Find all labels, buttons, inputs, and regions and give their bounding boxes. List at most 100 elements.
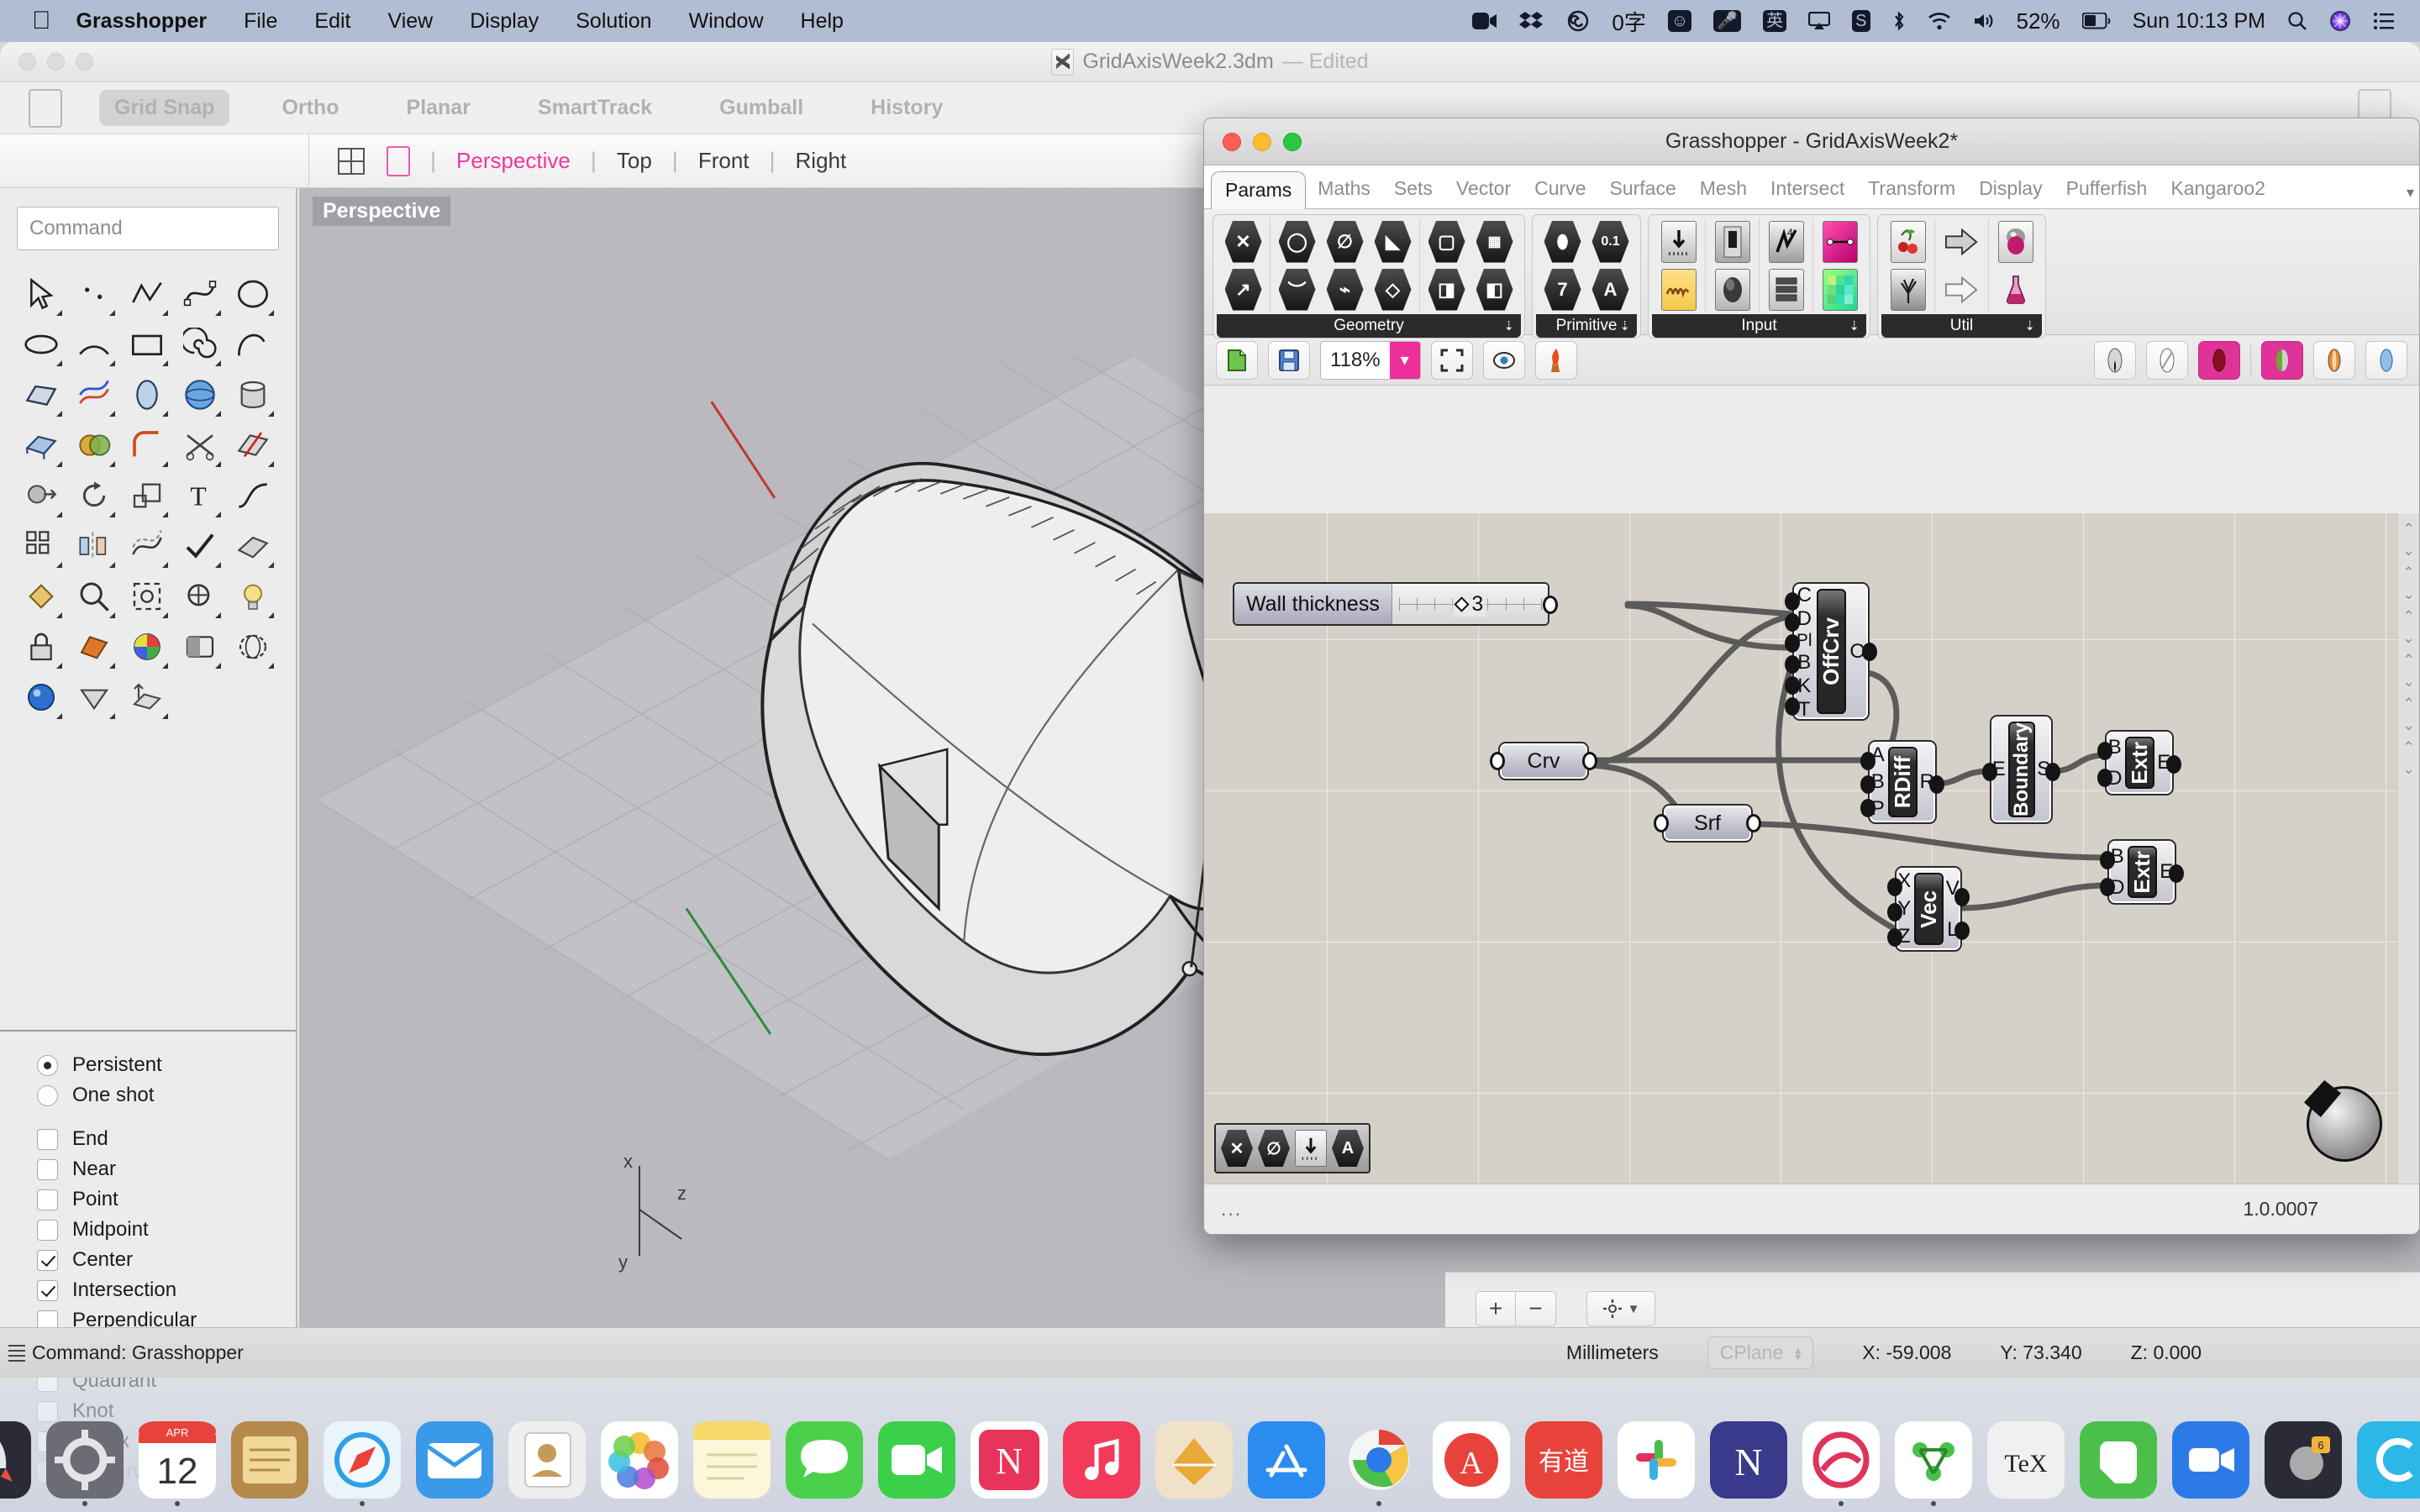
menu-item-solution[interactable]: Solution [576, 9, 651, 34]
data-dam-icon[interactable] [1992, 218, 2039, 265]
tab-overflow-chevron-icon[interactable]: ▾ [2407, 184, 2414, 202]
open-file-icon[interactable] [1216, 340, 1258, 380]
four-view-layout-icon[interactable] [338, 147, 365, 175]
dock-tex-icon[interactable]: TeX [1987, 1421, 2065, 1499]
chevron-up-icon[interactable]: ⌃ [2402, 649, 2414, 671]
dock-youdao-icon[interactable]: 有道 [1525, 1421, 1602, 1499]
grid-snap-toggle[interactable]: Grid Snap [99, 90, 230, 126]
canvas-vertical-scrollbar[interactable]: ⌃ ⌄ ⌃ ⌄ ⌃ ⌄ ⌃ ⌄ ⌃ ⌄ ⌃ ⌄ [2397, 513, 2419, 1184]
offcrv-input-t[interactable]: T [1798, 698, 1811, 722]
curve-icon[interactable]: ∅ [1322, 218, 1368, 265]
dock-zoom-icon[interactable] [2172, 1421, 2249, 1499]
gumball-toggle[interactable]: Gumball [704, 90, 818, 126]
brep-icon[interactable]: ◨ [1423, 266, 1470, 312]
history-toggle[interactable]: History [855, 90, 958, 126]
osnap-item-intersection[interactable]: Intersection [37, 1275, 296, 1305]
group-expand-icon[interactable]: ⇣ [1849, 318, 1860, 333]
crv-output-pin[interactable] [1582, 752, 1597, 770]
pin-in-pl[interactable] [1785, 634, 1800, 653]
slider-output-pin[interactable] [1542, 596, 1558, 614]
ellipse-icon[interactable] [17, 319, 66, 370]
select-arrow-icon[interactable] [17, 269, 66, 319]
light-bulb-icon[interactable] [229, 571, 277, 622]
pin-in-b[interactable] [1785, 655, 1800, 674]
bluetooth-icon[interactable] [1892, 11, 1906, 31]
wifi-icon[interactable] [1928, 12, 1951, 30]
render-sphere-icon[interactable] [17, 672, 66, 722]
mic-input-icon[interactable]: 🎤 [1713, 10, 1742, 32]
node-extr-bottom[interactable]: B D Extr E [2100, 839, 2184, 905]
text-icon[interactable]: A [1587, 266, 1634, 312]
checkbox-center[interactable] [37, 1249, 58, 1271]
srf-param[interactable]: Srf [1662, 804, 1753, 843]
menu-item-window[interactable]: Window [689, 9, 764, 34]
chevron-up-icon[interactable]: ⌃ [2402, 693, 2414, 715]
tab-front[interactable]: Front [698, 148, 750, 174]
dock-music-icon[interactable] [1063, 1421, 1140, 1499]
zoom-camera-icon[interactable] [1472, 11, 1497, 31]
tab-sets[interactable]: Sets [1382, 177, 1444, 208]
vec-component[interactable]: X Y Z Vec V L [1887, 866, 1970, 952]
chevron-down-icon[interactable]: ⌄ [2402, 540, 2414, 562]
pin-in-y[interactable] [1887, 903, 1902, 921]
canvas-navigator-icon[interactable] [2307, 1086, 2382, 1162]
tab-surface[interactable]: Surface [1598, 177, 1688, 208]
slider-widget[interactable]: Wall thickness 3 [1233, 582, 1549, 626]
revolve-icon[interactable] [123, 370, 171, 420]
pin-out-r[interactable] [1929, 775, 1944, 794]
slider-handle[interactable] [1454, 596, 1470, 612]
cylinder-icon[interactable] [229, 370, 277, 420]
tab-mesh[interactable]: Mesh [1688, 177, 1759, 208]
dock-settings-icon[interactable] [46, 1421, 124, 1506]
node-srf-param[interactable]: Srf [1654, 804, 1761, 843]
clock-label[interactable]: Sun 10:13 PM [2133, 9, 2265, 34]
paint-bucket-icon[interactable] [17, 571, 66, 622]
quick-curve-icon[interactable]: ∅ [1255, 1127, 1292, 1169]
mirror-icon[interactable] [70, 521, 118, 571]
snagit-icon[interactable]: S [1852, 10, 1870, 32]
preview-icon[interactable] [1482, 340, 1525, 380]
line-icon[interactable]: ⌁ [1322, 266, 1368, 312]
bake-icon[interactable] [2261, 340, 2303, 380]
viewport-name-label[interactable]: Perspective [313, 197, 451, 226]
battery-icon[interactable] [2081, 13, 2111, 29]
crv-input-pin[interactable] [1490, 752, 1505, 770]
pin-in-d[interactable] [2097, 769, 2112, 787]
creative-cloud-icon[interactable] [1566, 10, 1590, 32]
group-expand-icon[interactable]: ⇣ [1503, 318, 1514, 333]
checkbox-point[interactable] [37, 1189, 58, 1210]
add-layer-button[interactable]: + [1476, 1291, 1516, 1326]
menu-item-grasshopper[interactable]: Grasshopper [76, 9, 208, 34]
osnap-item-point[interactable]: Point [37, 1184, 296, 1215]
chevron-up-icon[interactable]: ⌃ [2402, 518, 2414, 540]
radio-one-shot[interactable] [37, 1084, 58, 1106]
menu-item-help[interactable]: Help [801, 9, 844, 34]
command-input[interactable]: Command [17, 207, 279, 250]
cplane-selector[interactable]: CPlane ▴ ▾ [1707, 1336, 1814, 1369]
crv-param[interactable]: Crv [1498, 742, 1589, 780]
siri-icon[interactable] [2329, 10, 2351, 32]
ortho-toggle[interactable]: Ortho [266, 90, 354, 126]
flask-icon[interactable] [1992, 266, 2039, 312]
checkbox-midpoint[interactable] [37, 1219, 58, 1241]
tab-maths[interactable]: Maths [1306, 177, 1382, 208]
pin-out-s[interactable] [2045, 763, 2060, 781]
control-center-icon[interactable] [2373, 12, 2395, 30]
polyline-icon[interactable] [123, 269, 171, 319]
loft-surface-icon[interactable] [70, 370, 118, 420]
tab-kangaroo2[interactable]: Kangaroo2 [2159, 177, 2277, 208]
move-icon[interactable] [17, 470, 66, 521]
dock-messages-icon[interactable] [786, 1421, 863, 1499]
remove-layer-button[interactable]: − [1516, 1291, 1556, 1326]
chevron-up-icon[interactable]: ⌃ [2402, 562, 2414, 584]
point-icon[interactable]: ◇ [1370, 266, 1416, 312]
named-view-icon[interactable] [176, 571, 224, 622]
quick-geometry-x-icon[interactable]: ✕ [1218, 1127, 1255, 1169]
split-icon[interactable] [229, 420, 277, 470]
dock-notion-icon[interactable]: N [1710, 1421, 1787, 1499]
zoom-dropdown-chevron-icon[interactable]: ▾ [1389, 341, 1420, 379]
chevron-down-icon[interactable]: ⌄ [2402, 759, 2414, 780]
display-mode-icon[interactable] [176, 622, 224, 672]
radio-persistent[interactable] [37, 1054, 58, 1076]
decimal-icon[interactable]: 0.1 [1587, 218, 1634, 265]
